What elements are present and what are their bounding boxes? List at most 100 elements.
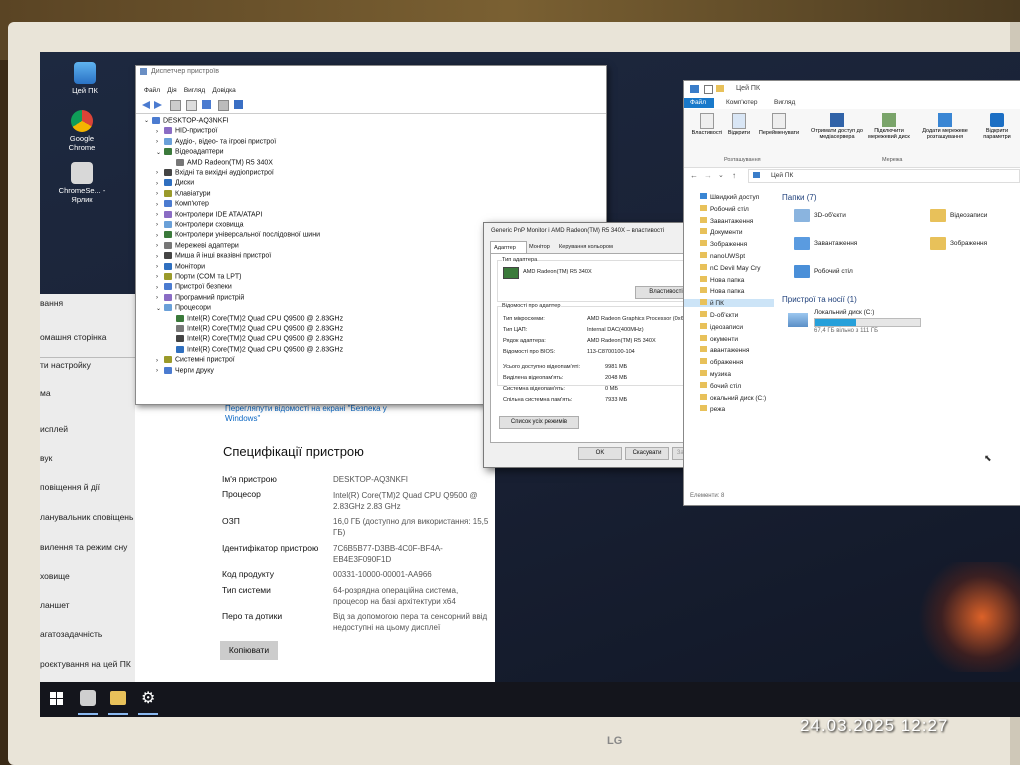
device-tree-item[interactable]: › Контролери сховища — [156, 221, 244, 228]
menu-file[interactable]: Файл — [144, 87, 160, 94]
list-all-modes-button[interactable]: Список усіх режимів — [499, 416, 579, 429]
expand-chevron-icon[interactable]: › — [156, 368, 164, 374]
explorer-nav-item[interactable]: Робочий стіл — [700, 204, 749, 213]
explorer-nav-item[interactable]: nC Devil May Cry — [700, 263, 761, 272]
folders-header[interactable]: Папки (7) — [782, 193, 817, 202]
device-tree-item[interactable]: › HID-пристрої — [156, 127, 217, 135]
explorer-nav-item[interactable]: Зображення — [700, 240, 747, 248]
device-tree-item[interactable]: Intel(R) Core(TM)2 Quad CPU Q9500 @ 2.83… — [168, 314, 343, 322]
folder-item[interactable]: 3D-об'єкти — [814, 212, 846, 219]
ribbon-rename[interactable]: Перейменувати — [756, 113, 802, 136]
device-tree-item[interactable]: ⌄ Відеоадаптери — [156, 148, 224, 156]
new-folder-icon[interactable] — [716, 85, 724, 92]
help-icon[interactable] — [202, 100, 211, 109]
folder-item[interactable]: Відеозаписи — [950, 212, 987, 219]
explorer-nav-item[interactable]: nanoUWSpt — [700, 252, 745, 260]
settings-nav-item[interactable]: вання — [40, 298, 63, 308]
expand-chevron-icon[interactable]: › — [156, 222, 164, 228]
tab-computer[interactable]: Комп'ютер — [726, 99, 758, 106]
device-tree-item[interactable]: Intel(R) Core(TM)2 Quad CPU Q9500 @ 2.83… — [168, 345, 343, 353]
settings-gear-icon[interactable]: ⚙ — [141, 688, 155, 708]
ribbon-properties[interactable]: Властивості — [690, 113, 724, 136]
tab-view[interactable]: Вигляд — [774, 99, 795, 106]
explorer-nav-item[interactable]: Документи — [700, 228, 742, 236]
expand-chevron-icon[interactable]: › — [156, 285, 164, 291]
settings-nav-item[interactable]: омашня сторінка — [40, 332, 107, 342]
device-tree-item[interactable]: › Комп'ютер — [156, 200, 209, 208]
settings-nav-item[interactable]: ти настройку — [40, 360, 91, 370]
expand-chevron-icon[interactable]: › — [156, 181, 164, 187]
settings-nav-item[interactable]: агатозадачність — [40, 629, 102, 639]
device-tree-item[interactable]: › Порти (COM та LPT) — [156, 273, 241, 280]
expand-chevron-icon[interactable]: ⌄ — [156, 149, 164, 156]
folder-item[interactable]: Завантаження — [814, 240, 857, 247]
drive-name[interactable]: Локальний диск (C:) — [814, 309, 874, 316]
expand-chevron-icon[interactable]: › — [156, 139, 164, 145]
expand-chevron-icon[interactable]: ⌄ — [144, 117, 152, 124]
settings-nav-item[interactable]: вук — [40, 453, 52, 463]
device-tree-item[interactable]: › Монітори — [156, 262, 205, 270]
settings-nav-item[interactable]: ма — [40, 388, 51, 398]
explorer-nav-item[interactable]: Швидкий доступ — [700, 193, 759, 201]
device-tree-item[interactable]: › Аудіо-, відео- та ігрові пристрої — [156, 137, 276, 145]
settings-nav-item[interactable]: ланшет — [40, 600, 70, 610]
desktop-icon-chromese[interactable]: ChromeSe... - Ярлик — [52, 162, 112, 204]
explorer-nav-item[interactable]: бочий стіл — [700, 381, 741, 390]
device-tree-item[interactable]: › Пристрої безпеки — [156, 283, 232, 291]
settings-nav-item[interactable]: вилення та режим сну — [40, 542, 127, 552]
explorer-nav-item[interactable]: режа — [700, 405, 725, 413]
ok-button[interactable]: OK — [578, 447, 622, 460]
explorer-nav-item[interactable]: ідеозаписи — [700, 322, 743, 331]
update-driver-icon[interactable] — [186, 100, 197, 111]
device-tree-item[interactable]: ⌄ Процесори — [156, 304, 211, 312]
explorer-nav-item[interactable]: окументи — [700, 334, 738, 343]
device-tree-item[interactable]: › Мережеві адаптери — [156, 241, 239, 249]
settings-nav-item[interactable]: ховище — [40, 571, 70, 581]
file-explorer-icon[interactable] — [110, 691, 126, 705]
address-field[interactable]: Цей ПК — [748, 169, 1020, 183]
quick-access-checkbox-icon[interactable] — [704, 85, 713, 94]
settings-nav-item[interactable]: исплей — [40, 424, 68, 434]
ribbon-map-drive[interactable]: Підключити мережевий диск — [864, 113, 914, 140]
explorer-nav-item[interactable]: D-об'єкти — [700, 311, 738, 319]
expand-chevron-icon[interactable]: › — [156, 233, 164, 239]
explorer-nav-item[interactable]: й ПК — [684, 299, 774, 308]
expand-chevron-icon[interactable]: › — [156, 264, 164, 270]
settings-nav-item[interactable]: ланувальник сповіщень — [40, 512, 133, 522]
security-link[interactable]: Перегляпути відомості на екрані "Безпека… — [225, 404, 415, 424]
menu-view[interactable]: Вигляд — [184, 87, 205, 94]
drives-header[interactable]: Пристрої та носії (1) — [782, 295, 857, 304]
folder-item[interactable]: Зображення — [950, 240, 987, 247]
cancel-button[interactable]: Скасувати — [625, 447, 669, 460]
device-tree-item[interactable]: Intel(R) Core(TM)2 Quad CPU Q9500 @ 2.83… — [168, 335, 343, 343]
forward-icon[interactable] — [154, 101, 162, 109]
expand-chevron-icon[interactable]: › — [156, 358, 164, 364]
explorer-nav-item[interactable]: Нова папка — [700, 287, 744, 295]
expand-chevron-icon[interactable]: › — [156, 170, 164, 176]
desktop-icon-chrome[interactable]: Google Chrome — [52, 110, 112, 152]
desktop-icon-this-pc[interactable]: Цей ПК — [55, 62, 115, 95]
expand-chevron-icon[interactable]: › — [156, 191, 164, 197]
expand-chevron-icon[interactable]: ⌄ — [156, 305, 164, 312]
ribbon-media-server[interactable]: Отримати доступ до медіасервера — [808, 113, 866, 140]
nav-back-icon[interactable]: ← — [690, 171, 698, 180]
expand-chevron-icon[interactable]: › — [156, 295, 164, 301]
nav-up-icon[interactable]: ↑ — [732, 171, 736, 180]
device-tree-item[interactable]: › Миша й інші вказівні пристрої — [156, 252, 271, 260]
taskbar-device-manager-icon[interactable] — [80, 690, 96, 706]
expand-chevron-icon[interactable]: › — [156, 202, 164, 208]
device-tree-item[interactable]: AMD Radeon(TM) R5 340X — [168, 158, 273, 166]
tab-monitor[interactable]: Монітор — [529, 244, 550, 250]
monitor-icon[interactable] — [234, 100, 243, 109]
nav-forward-icon[interactable]: → — [704, 171, 712, 180]
back-icon[interactable] — [142, 101, 150, 109]
properties-icon[interactable] — [170, 100, 181, 111]
start-button[interactable] — [50, 692, 64, 706]
explorer-nav-item[interactable]: ображення — [700, 358, 743, 366]
copy-button[interactable]: Копіювати — [220, 641, 278, 660]
nav-recent-icon[interactable]: ⌄ — [718, 171, 724, 179]
device-tree-item[interactable]: › Контролери IDE ATA/ATAPI — [156, 210, 262, 218]
explorer-nav-item[interactable]: авантаження — [700, 346, 749, 354]
explorer-nav-item[interactable]: Завантаження — [700, 216, 753, 225]
device-tree-item[interactable]: › Програмний пристрій — [156, 293, 244, 301]
